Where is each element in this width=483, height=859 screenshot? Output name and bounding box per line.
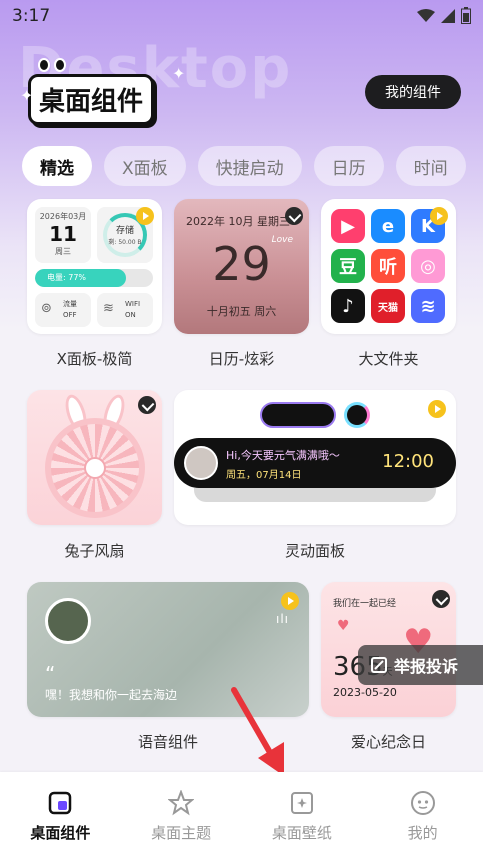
- nav-label: 桌面壁纸: [271, 824, 332, 842]
- play-badge-icon: [428, 400, 446, 418]
- battery-icon: [461, 7, 471, 24]
- app-icon: 天猫: [371, 289, 405, 323]
- heart-icon: ♥: [337, 618, 350, 634]
- app-icon: e: [371, 209, 405, 243]
- widget-label: X面板-极简: [56, 350, 133, 368]
- tab-time[interactable]: 时间: [395, 146, 466, 186]
- tab-featured[interactable]: 精选: [22, 146, 92, 186]
- mini-calendar-day: 11: [49, 222, 77, 246]
- sparkle-icon: ✦: [20, 86, 34, 105]
- wallpaper-icon: [290, 792, 313, 814]
- app-icon: ♪: [331, 289, 365, 323]
- status-time: 3:17: [12, 6, 51, 26]
- app-icon: ▶: [331, 209, 365, 243]
- nav-item-wallpapers[interactable]: 桌面壁纸: [242, 772, 363, 859]
- battery-text: 电量: 77%: [47, 273, 87, 282]
- widget-label: 大文件夹: [358, 350, 419, 368]
- tab-calendar[interactable]: 日历: [313, 146, 384, 186]
- widget-rabbit-fan-card[interactable]: [27, 390, 162, 525]
- wifi-icon: [417, 8, 435, 22]
- calendar-script-text: Love: [271, 235, 293, 245]
- calendar-top-line: 2022年 10月 星期三: [186, 215, 290, 228]
- voice-text: 嘿！我想和你一起去海边: [45, 688, 178, 702]
- profile-icon: [410, 791, 435, 815]
- island-date: 周五，07月14日: [226, 470, 302, 481]
- nav-label: 桌面主题: [151, 824, 212, 842]
- vip-badge-icon: [285, 207, 303, 225]
- play-badge-icon: [136, 207, 154, 225]
- bottom-nav: 桌面组件 桌面主题 桌面壁纸 我的: [0, 772, 483, 859]
- vip-badge-icon: [138, 396, 156, 414]
- widget-label: 爱心纪念日: [350, 733, 426, 751]
- data-toggle: ⊚ 流量 OFF: [35, 293, 91, 327]
- star-icon: [168, 790, 195, 816]
- report-label: 举报投诉: [394, 657, 459, 676]
- red-arrow-icon: [231, 687, 284, 776]
- quote-mark: “: [45, 662, 56, 686]
- avatar: [45, 598, 91, 644]
- mini-calendar: 2026年03月 11 周三: [35, 207, 91, 263]
- app-icon: 豆: [331, 249, 365, 283]
- signal-icon: [441, 8, 455, 23]
- island-bar: Hi,今天要元气满满哦～ 周五，07月14日 12:00: [174, 438, 456, 488]
- sound-wave-icon: ılı: [275, 612, 289, 626]
- widget-x-panel-card[interactable]: 2026年03月 11 周三 存储 剩: 50.00 B 电量: 77% ⊚ 流…: [27, 199, 162, 334]
- fan-icon: [45, 418, 145, 518]
- island-base: [194, 488, 436, 502]
- wifi-label: WIFI: [125, 300, 141, 308]
- nav-item-themes[interactable]: 桌面主题: [121, 772, 242, 859]
- my-widgets-button[interactable]: 我的组件: [365, 75, 461, 109]
- love-title: 我们在一起已经: [333, 599, 397, 609]
- report-button[interactable]: 举报投诉: [358, 645, 483, 685]
- page-title: 桌面组件: [28, 74, 155, 125]
- island-clock: 12:00: [382, 451, 434, 472]
- widget-dynamic-island-card[interactable]: Hi,今天要元气满满哦～ 周五，07月14日 12:00: [174, 390, 456, 525]
- storage-value: 剩: 50.00 B: [108, 239, 142, 246]
- play-badge-icon: [281, 592, 299, 610]
- island-message: Hi,今天要元气满满哦～: [226, 449, 340, 462]
- app-icon: ◎: [411, 249, 445, 283]
- play-badge-icon: [430, 207, 448, 225]
- wifi-state: ON: [125, 311, 136, 319]
- widget-label: 日历-炫彩: [208, 350, 275, 368]
- report-icon: [371, 657, 387, 673]
- widget-folder-card[interactable]: ▶ e K 豆听 ◎ ♪ 天猫 ≋: [321, 199, 456, 334]
- island-pill: [260, 402, 336, 428]
- battery-bar: 电量: 77%: [35, 269, 153, 287]
- nav-label: 桌面组件: [30, 824, 91, 842]
- sparkle-icon: ✦: [172, 64, 186, 83]
- tab-quick-launch[interactable]: 快捷启动: [197, 146, 302, 186]
- nav-item-widgets[interactable]: 桌面组件: [0, 772, 121, 859]
- category-tabs: 精选 X面板 快捷启动 日历 时间: [22, 146, 466, 186]
- antenna-icon: ⊚: [41, 301, 52, 316]
- love-date: 2023-05-20: [333, 686, 397, 699]
- app-icon: 听: [371, 249, 405, 283]
- calendar-lunar: 十月初五 周六: [206, 305, 277, 318]
- vip-badge-icon: [432, 590, 450, 608]
- wifi-toggle: ≋ WIFI ON: [97, 293, 153, 327]
- widget-icon: [49, 791, 72, 815]
- nav-item-profile[interactable]: 我的: [362, 772, 483, 859]
- nav-label: 我的: [407, 824, 438, 842]
- data-label: 流量: [63, 300, 77, 308]
- logo-eyes: [38, 58, 66, 72]
- island-orb: [344, 402, 370, 428]
- widget-calendar-card[interactable]: 2022年 10月 星期三 29 Love 十月初五 周六: [174, 199, 309, 334]
- status-bar: 3:17: [0, 0, 483, 34]
- widget-label: 灵动面板: [284, 542, 345, 560]
- avatar: [184, 446, 218, 480]
- calendar-day: 29: [212, 237, 271, 291]
- app-icon: ≋: [411, 289, 445, 323]
- mini-calendar-month: 2026年03月: [39, 212, 87, 221]
- widget-label: 兔子风扇: [64, 542, 125, 560]
- wifi-icon: ≋: [103, 301, 114, 316]
- status-icons: [417, 7, 471, 24]
- data-state: OFF: [63, 311, 77, 319]
- tab-x-panel[interactable]: X面板: [104, 146, 186, 186]
- mini-calendar-weekday: 周三: [55, 247, 71, 256]
